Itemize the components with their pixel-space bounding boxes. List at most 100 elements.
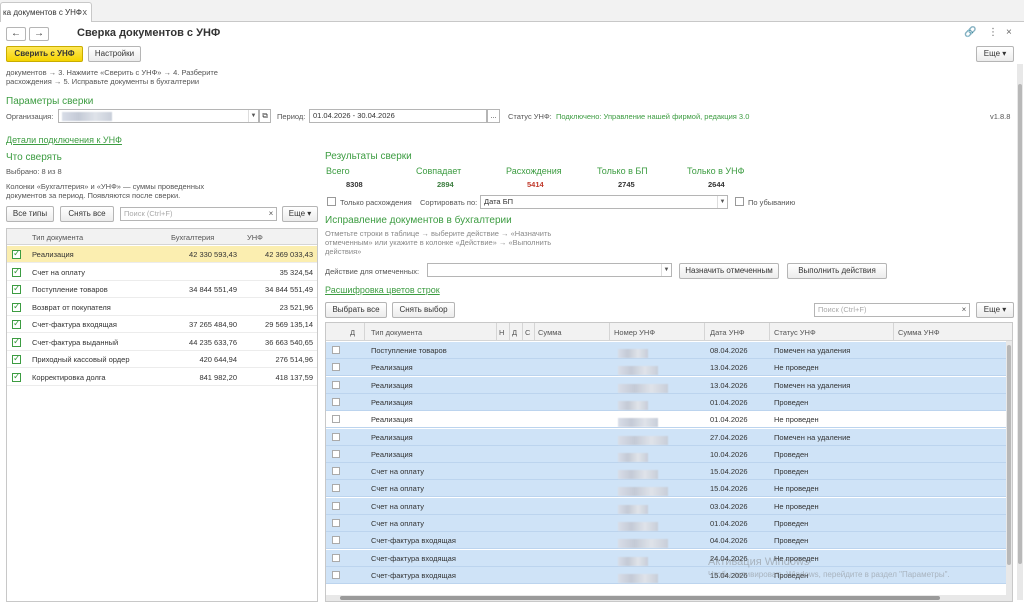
compare-button[interactable]: Сверить с УНФ bbox=[6, 46, 83, 62]
row-checkbox[interactable] bbox=[332, 467, 340, 476]
clear-all-button[interactable]: Снять все bbox=[60, 206, 114, 222]
org-open-button[interactable]: ⧉ bbox=[259, 109, 271, 123]
close-icon[interactable]: × bbox=[1006, 27, 1012, 38]
types-table-row[interactable]: Поступление товаров 34 844 551,49 34 844 5… bbox=[7, 281, 317, 298]
menu-icon[interactable]: ⋮ bbox=[988, 27, 998, 38]
col-unf-number[interactable]: Номер УНФ bbox=[614, 328, 655, 337]
connection-details-link[interactable]: Детали подключения к УНФ bbox=[6, 135, 122, 145]
documents-table-row[interactable]: Счет на оплату 15.04.2026 Проведен bbox=[326, 463, 1012, 481]
page-vscroll[interactable] bbox=[1017, 64, 1023, 600]
documents-table-row[interactable]: Реализация 01.04.2026 Проведен bbox=[326, 393, 1012, 411]
desc-checkbox[interactable] bbox=[735, 197, 744, 206]
type-checkbox[interactable] bbox=[12, 248, 21, 259]
back-button[interactable]: ← bbox=[6, 27, 26, 41]
col-unf-status[interactable]: Статус УНФ bbox=[774, 328, 816, 337]
action-select[interactable]: ▼ bbox=[427, 263, 672, 277]
col-sum[interactable]: Сумма bbox=[538, 328, 562, 337]
types-table-row[interactable]: Возврат от покупателя 23 521,96 bbox=[7, 299, 317, 316]
documents-table-row[interactable]: Счет на оплату 01.04.2026 Проведен bbox=[326, 515, 1012, 532]
row-checkbox[interactable] bbox=[332, 536, 340, 545]
documents-table-row[interactable]: Счет-фактура входящая 04.04.2026 Проведен bbox=[326, 532, 1012, 550]
documents-table-row[interactable]: Реализация 27.04.2026 Помечен на удаление bbox=[326, 428, 1012, 446]
row-checkbox[interactable] bbox=[332, 432, 340, 441]
row-checkbox[interactable] bbox=[332, 570, 340, 579]
col-unf-sum[interactable]: Сумма УНФ bbox=[898, 328, 940, 337]
documents-table-row[interactable]: Счет на оплату 03.04.2026 Не проведен bbox=[326, 497, 1012, 515]
col-status[interactable]: С bbox=[525, 328, 530, 337]
row-checkbox[interactable] bbox=[332, 501, 340, 510]
chevron-down-icon[interactable]: ▼ bbox=[717, 196, 727, 208]
type-checkbox[interactable] bbox=[12, 301, 21, 312]
types-table-row[interactable]: Реализация 42 330 593,43 42 369 033,43 bbox=[7, 246, 317, 263]
col-action[interactable]: Д bbox=[350, 328, 355, 337]
link-icon[interactable]: 🔗 bbox=[964, 27, 976, 38]
all-types-button[interactable]: Все типы bbox=[6, 206, 54, 222]
row-checkbox[interactable] bbox=[332, 415, 340, 424]
col-unf[interactable]: УНФ bbox=[247, 233, 263, 242]
row-checkbox[interactable] bbox=[332, 346, 340, 354]
settings-button[interactable]: Настройки bbox=[88, 46, 141, 62]
col-date[interactable]: Д bbox=[512, 328, 517, 337]
tab-document-compare[interactable]: ка документов с УНФ x bbox=[0, 2, 92, 22]
documents-table-row[interactable]: Счет на оплату 15.04.2026 Не проведен bbox=[326, 480, 1012, 498]
col-type[interactable]: Тип документа bbox=[32, 233, 83, 242]
types-table-row[interactable]: Приходный кассовый ордер 420 644,94 276 51… bbox=[7, 351, 317, 368]
types-table-row[interactable]: Счет-фактура входящая 37 265 484,90 29 569… bbox=[7, 316, 317, 333]
row-checkbox[interactable] bbox=[332, 380, 340, 389]
total-value: 8308 bbox=[346, 180, 363, 189]
more-button-rows[interactable]: Еще ▾ bbox=[976, 302, 1014, 318]
type-checkbox[interactable] bbox=[12, 266, 21, 277]
clear-search-icon[interactable]: × bbox=[959, 304, 969, 316]
type-checkbox[interactable] bbox=[12, 336, 21, 347]
col-doc-type[interactable]: Тип документа bbox=[371, 328, 422, 337]
type-checkbox[interactable] bbox=[12, 318, 21, 329]
more-button-types[interactable]: Еще ▾ bbox=[282, 206, 318, 222]
type-checkbox[interactable] bbox=[12, 353, 21, 364]
org-label: Организация: bbox=[6, 112, 54, 121]
only-unf-label: Только в УНФ bbox=[687, 166, 745, 176]
sort-select[interactable]: Дата БП ▼ bbox=[480, 195, 728, 209]
select-all-button[interactable]: Выбрать все bbox=[325, 302, 387, 318]
row-checkbox[interactable] bbox=[332, 553, 340, 562]
period-field[interactable]: 01.04.2026 - 30.04.2026 bbox=[309, 109, 487, 123]
tab-close-icon[interactable]: x bbox=[83, 7, 88, 17]
documents-table-row[interactable]: Счет-фактура входящая 24.04.2026 Не провед… bbox=[326, 549, 1012, 567]
hint-line-1: документов → 3. Нажмите «Сверить с УНФ» … bbox=[6, 68, 218, 77]
types-table-row[interactable]: Корректировка долга 841 982,20 418 137,59 bbox=[7, 369, 317, 386]
documents-table-row[interactable]: Реализация 13.04.2026 Помечен на удаления bbox=[326, 376, 1012, 394]
documents-hscroll[interactable] bbox=[326, 595, 1012, 601]
period-select-button[interactable]: ... bbox=[487, 109, 500, 123]
run-actions-button[interactable]: Выполнить действия bbox=[787, 263, 887, 279]
col-number[interactable]: Н bbox=[499, 328, 504, 337]
documents-table-row[interactable]: Реализация 10.04.2026 Проведен bbox=[326, 445, 1012, 463]
row-checkbox[interactable] bbox=[332, 363, 340, 372]
row-checkbox[interactable] bbox=[332, 519, 340, 527]
types-table-row[interactable]: Счет-фактура выданный 44 235 633,76 36 663… bbox=[7, 334, 317, 351]
type-checkbox[interactable] bbox=[12, 283, 21, 294]
documents-table-row[interactable]: Поступление товаров 08.04.2026 Помечен на … bbox=[326, 342, 1012, 359]
row-checkbox[interactable] bbox=[332, 484, 340, 493]
col-unf-date[interactable]: Дата УНФ bbox=[710, 328, 745, 337]
documents-table-row[interactable]: Реализация 13.04.2026 Не проведен bbox=[326, 359, 1012, 377]
clear-selection-button[interactable]: Снять выбор bbox=[392, 302, 455, 318]
only-diff-checkbox[interactable] bbox=[327, 197, 336, 206]
chevron-down-icon[interactable]: ▼ bbox=[661, 264, 671, 276]
col-buh[interactable]: Бухгалтерия bbox=[171, 233, 214, 242]
row-checkbox[interactable] bbox=[332, 397, 340, 406]
row-checkbox[interactable] bbox=[332, 449, 340, 458]
documents-table-row[interactable]: Реализация 01.04.2026 Не проведен bbox=[326, 411, 1012, 429]
clear-search-icon[interactable]: × bbox=[266, 208, 276, 220]
forward-button[interactable]: → bbox=[29, 27, 49, 41]
assign-button[interactable]: Назначить отмеченным bbox=[679, 263, 779, 279]
doc-type: Счет-фактура входящая bbox=[371, 553, 456, 563]
color-legend-link[interactable]: Расшифровка цветов строк bbox=[325, 285, 440, 295]
types-search-input[interactable]: Поиск (Ctrl+F) × bbox=[120, 207, 277, 221]
documents-vscroll[interactable] bbox=[1006, 341, 1012, 601]
org-field[interactable]: ▼ bbox=[58, 109, 259, 123]
unf-status: Не проведен bbox=[774, 363, 819, 373]
rows-search-input[interactable]: Поиск (Ctrl+F) × bbox=[814, 303, 970, 317]
chevron-down-icon[interactable]: ▼ bbox=[248, 110, 258, 122]
type-checkbox[interactable] bbox=[12, 371, 21, 382]
types-table-row[interactable]: Счет на оплату 35 324,54 bbox=[7, 264, 317, 281]
more-button-top[interactable]: Еще ▾ bbox=[976, 46, 1014, 62]
